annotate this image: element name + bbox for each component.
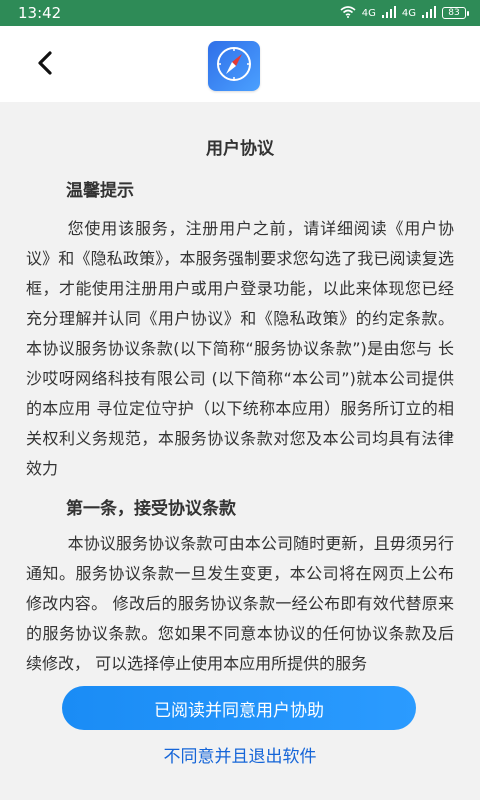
signal-icon-2 bbox=[422, 5, 436, 21]
back-button[interactable] bbox=[28, 48, 62, 82]
status-icons: 4G 4G 83 bbox=[340, 5, 469, 21]
battery-icon: 83 bbox=[442, 7, 469, 19]
section-heading-notice: 温馨提示 bbox=[66, 181, 134, 201]
disagree-exit-link[interactable]: 不同意并且退出软件 bbox=[0, 742, 480, 767]
signal-icon bbox=[381, 5, 396, 21]
section-heading-article-1: 第一条，接受协议条款 bbox=[66, 499, 236, 519]
agree-button[interactable]: 已阅读并同意用户协助 bbox=[62, 686, 416, 730]
wifi-icon bbox=[340, 5, 356, 21]
chevron-left-icon bbox=[36, 51, 54, 79]
section-text-notice: 您使用该服务，注册用户之前，请详细阅读《用户协议》和《隐私政策》，本服务强制要求… bbox=[26, 219, 454, 478]
network-label-2: 4G bbox=[401, 7, 416, 19]
compass-icon bbox=[215, 45, 253, 87]
app-logo bbox=[208, 41, 260, 91]
status-bar: 13:42 4G 4G 83 bbox=[0, 0, 480, 26]
status-time: 13:42 bbox=[18, 4, 62, 22]
network-label: 4G bbox=[361, 7, 376, 19]
section-text-article-1: 本协议服务协议条款可由本公司随时更新，且毋须另行通知。服务协议条款一旦发生变更，… bbox=[26, 534, 454, 673]
app-header bbox=[0, 26, 480, 102]
page-title: 用户协议 bbox=[206, 139, 274, 159]
battery-level: 83 bbox=[448, 7, 460, 18]
